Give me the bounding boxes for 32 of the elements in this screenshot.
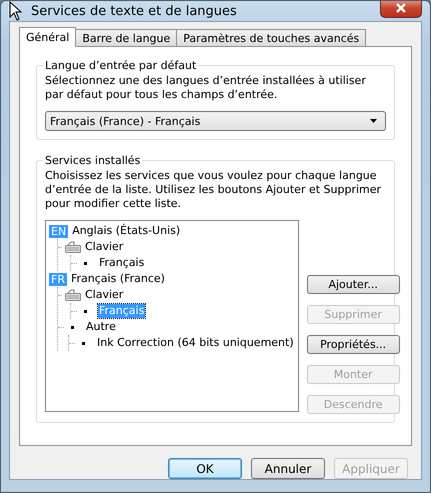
tree-item[interactable]: Anglais (États-Unis) [71, 224, 182, 238]
tab[interactable]: Général [19, 27, 76, 47]
tree-item[interactable]: Français (France) [70, 272, 166, 286]
keyboard-icon [65, 241, 81, 253]
language-badge: EN [49, 224, 68, 238]
group-legend: Langue d’entrée par défaut [43, 59, 198, 72]
close-button[interactable] [380, 1, 422, 18]
group-legend: Services installés [43, 154, 142, 167]
tab[interactable]: Barre de langue [75, 29, 178, 46]
language-badge: FR [49, 272, 67, 286]
group-description: Sélectionnez une des langues d’entrée installées à utiliser par défaut pour tous les champs d’entrée. [45, 74, 367, 102]
dropdown-arrow-icon [370, 119, 377, 123]
tree-item[interactable]: Clavier [84, 288, 124, 302]
bullet-icon [84, 262, 87, 264]
side-button[interactable]: Ajouter... [306, 275, 400, 294]
language-dropdown[interactable]: Français (France) - Français [45, 111, 386, 131]
bullet-icon [71, 326, 74, 328]
tree-item[interactable]: Autre [85, 320, 117, 334]
close-icon [396, 3, 406, 13]
tab[interactable]: Paramètres de touches avancés [176, 29, 366, 46]
tree-item[interactable]: Clavier [84, 240, 124, 254]
bullet-icon [82, 342, 85, 344]
side-button[interactable]: Propriétés... [306, 335, 400, 354]
group-description: Choisissez les services que vous voulez pour chaque langue d’entrée de la liste. Utilisez les boutons Ajouter et Supprimer pour modifier cette liste. [45, 169, 382, 211]
tree-item[interactable]: Français [98, 256, 146, 270]
keyboard-icon [65, 289, 81, 301]
bullet-icon [84, 310, 87, 312]
window-title: Services de texte et de langues [31, 4, 238, 18]
dialog-button[interactable]: Annuler [251, 458, 325, 479]
dialog-button[interactable]: OK [168, 458, 242, 479]
cursor-icon [9, 1, 25, 21]
tree-item[interactable]: Ink Correction (64 bits uniquement) [96, 336, 295, 350]
